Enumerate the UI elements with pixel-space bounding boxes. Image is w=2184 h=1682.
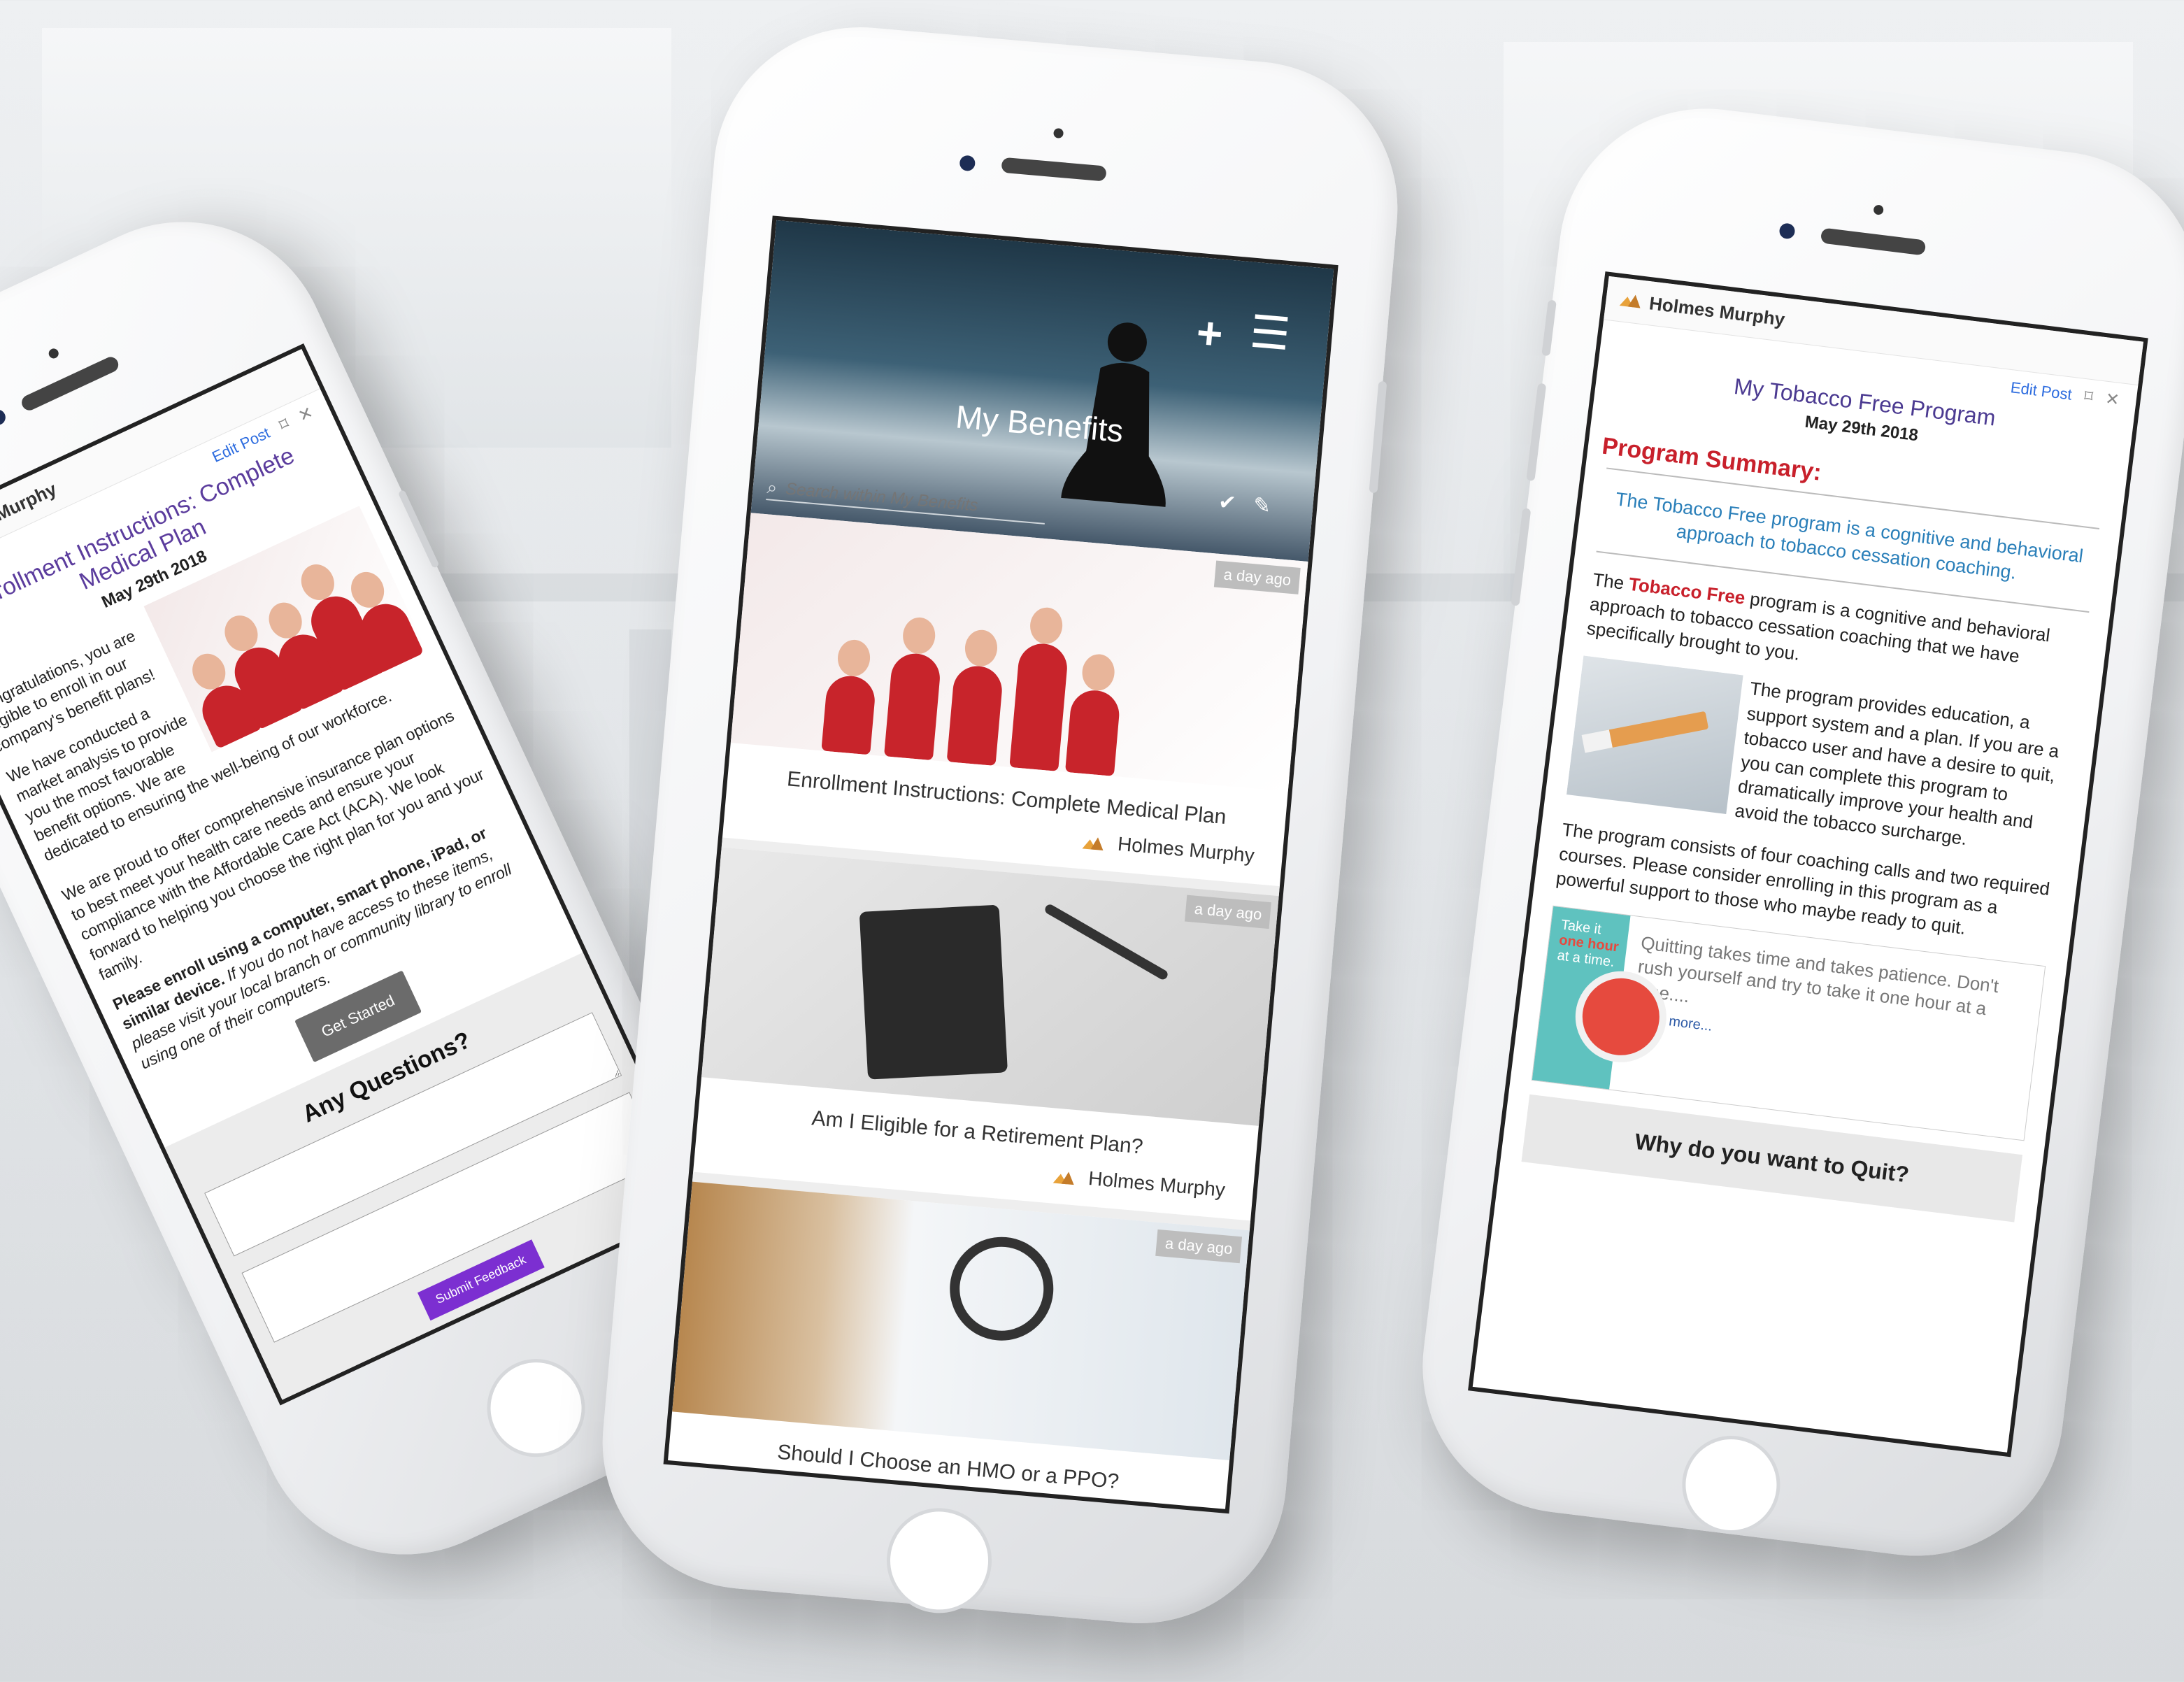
camera bbox=[0, 407, 8, 428]
search-icon: ⌕ bbox=[766, 476, 778, 499]
brand-name: Holmes Murphy bbox=[1648, 292, 1786, 330]
home-button[interactable] bbox=[1676, 1430, 1786, 1540]
close-icon[interactable]: ✕ bbox=[2104, 389, 2120, 411]
time-badge: a day ago bbox=[1155, 1229, 1243, 1264]
read-more-link[interactable]: Read more... bbox=[1631, 1008, 2020, 1074]
time-badge: a day ago bbox=[1214, 560, 1301, 594]
center-screen: + ☰ My Benefits ✔ ✎ ⌕ a day ago Enrollme… bbox=[663, 215, 1339, 1514]
promo-text: Quitting takes time and takes patience. … bbox=[1609, 916, 2045, 1141]
sensor bbox=[1873, 204, 1884, 215]
camera bbox=[1778, 222, 1796, 240]
hero-banner: + ☰ My Benefits ✔ ✎ ⌕ bbox=[750, 220, 1334, 562]
home-button[interactable] bbox=[882, 1504, 997, 1618]
intro-pre: The bbox=[1591, 569, 1631, 594]
menu-icon[interactable]: ☰ bbox=[1248, 306, 1292, 362]
author-name: Holmes Murphy bbox=[1087, 1167, 1227, 1201]
sensor bbox=[47, 347, 61, 360]
stethoscope bbox=[945, 1232, 1058, 1345]
post-card[interactable]: a day ago Am I Eligible for a Retirement… bbox=[692, 847, 1279, 1231]
add-icon[interactable]: + bbox=[1194, 306, 1225, 360]
holmes-murphy-logo bbox=[1053, 1169, 1076, 1186]
time-badge: a day ago bbox=[1185, 895, 1271, 929]
speaker bbox=[19, 354, 121, 413]
speaker bbox=[1001, 157, 1107, 182]
doctor-photo: a day ago bbox=[672, 1181, 1250, 1461]
calculator-photo: a day ago bbox=[701, 847, 1279, 1126]
author-name: Holmes Murphy bbox=[1116, 832, 1255, 867]
holmes-murphy-logo bbox=[1083, 834, 1105, 852]
speaker bbox=[1820, 227, 1927, 256]
side-button bbox=[1369, 380, 1387, 494]
post-card[interactable]: a day ago Enrollment Instructions: Compl… bbox=[721, 513, 1308, 897]
left-screen: Holmes Murphy Edit Post ⌑ ✕ Enrollment I… bbox=[0, 343, 706, 1406]
right-screen: Holmes Murphy Edit Post ⌑ ✕ My Tobacco F… bbox=[1468, 271, 2148, 1458]
close-icon[interactable]: ✕ bbox=[295, 402, 317, 427]
pen bbox=[1043, 902, 1170, 981]
camera bbox=[959, 155, 976, 172]
side-button bbox=[397, 489, 440, 569]
post-card[interactable]: a day ago Should I Choose an HMO or a PP… bbox=[666, 1181, 1250, 1514]
holmes-murphy-logo bbox=[1619, 292, 1641, 309]
bookmark-icon[interactable]: ⌑ bbox=[2083, 386, 2094, 407]
bookmark-icon[interactable]: ⌑ bbox=[276, 413, 292, 435]
edit-post-link[interactable]: Edit Post bbox=[2010, 378, 2073, 404]
promo-body: Quitting takes time and takes patience. … bbox=[1634, 932, 2000, 1020]
cigarette-photo bbox=[1566, 655, 1743, 815]
search-input[interactable] bbox=[783, 478, 1047, 522]
program-text: The program provides education, a suppor… bbox=[1734, 678, 2061, 850]
family-photo: a day ago bbox=[730, 513, 1308, 792]
promo-kicker: Take it one hour at a time. bbox=[1556, 918, 1621, 971]
calculator bbox=[859, 904, 1008, 1080]
check-icon[interactable]: ✔ bbox=[1218, 490, 1237, 516]
sensor bbox=[1052, 127, 1064, 139]
phone-center: + ☰ My Benefits ✔ ✎ ⌕ a day ago Enrollme… bbox=[590, 15, 1410, 1636]
home-button[interactable] bbox=[471, 1343, 601, 1474]
pencil-icon[interactable]: ✎ bbox=[1252, 493, 1272, 519]
